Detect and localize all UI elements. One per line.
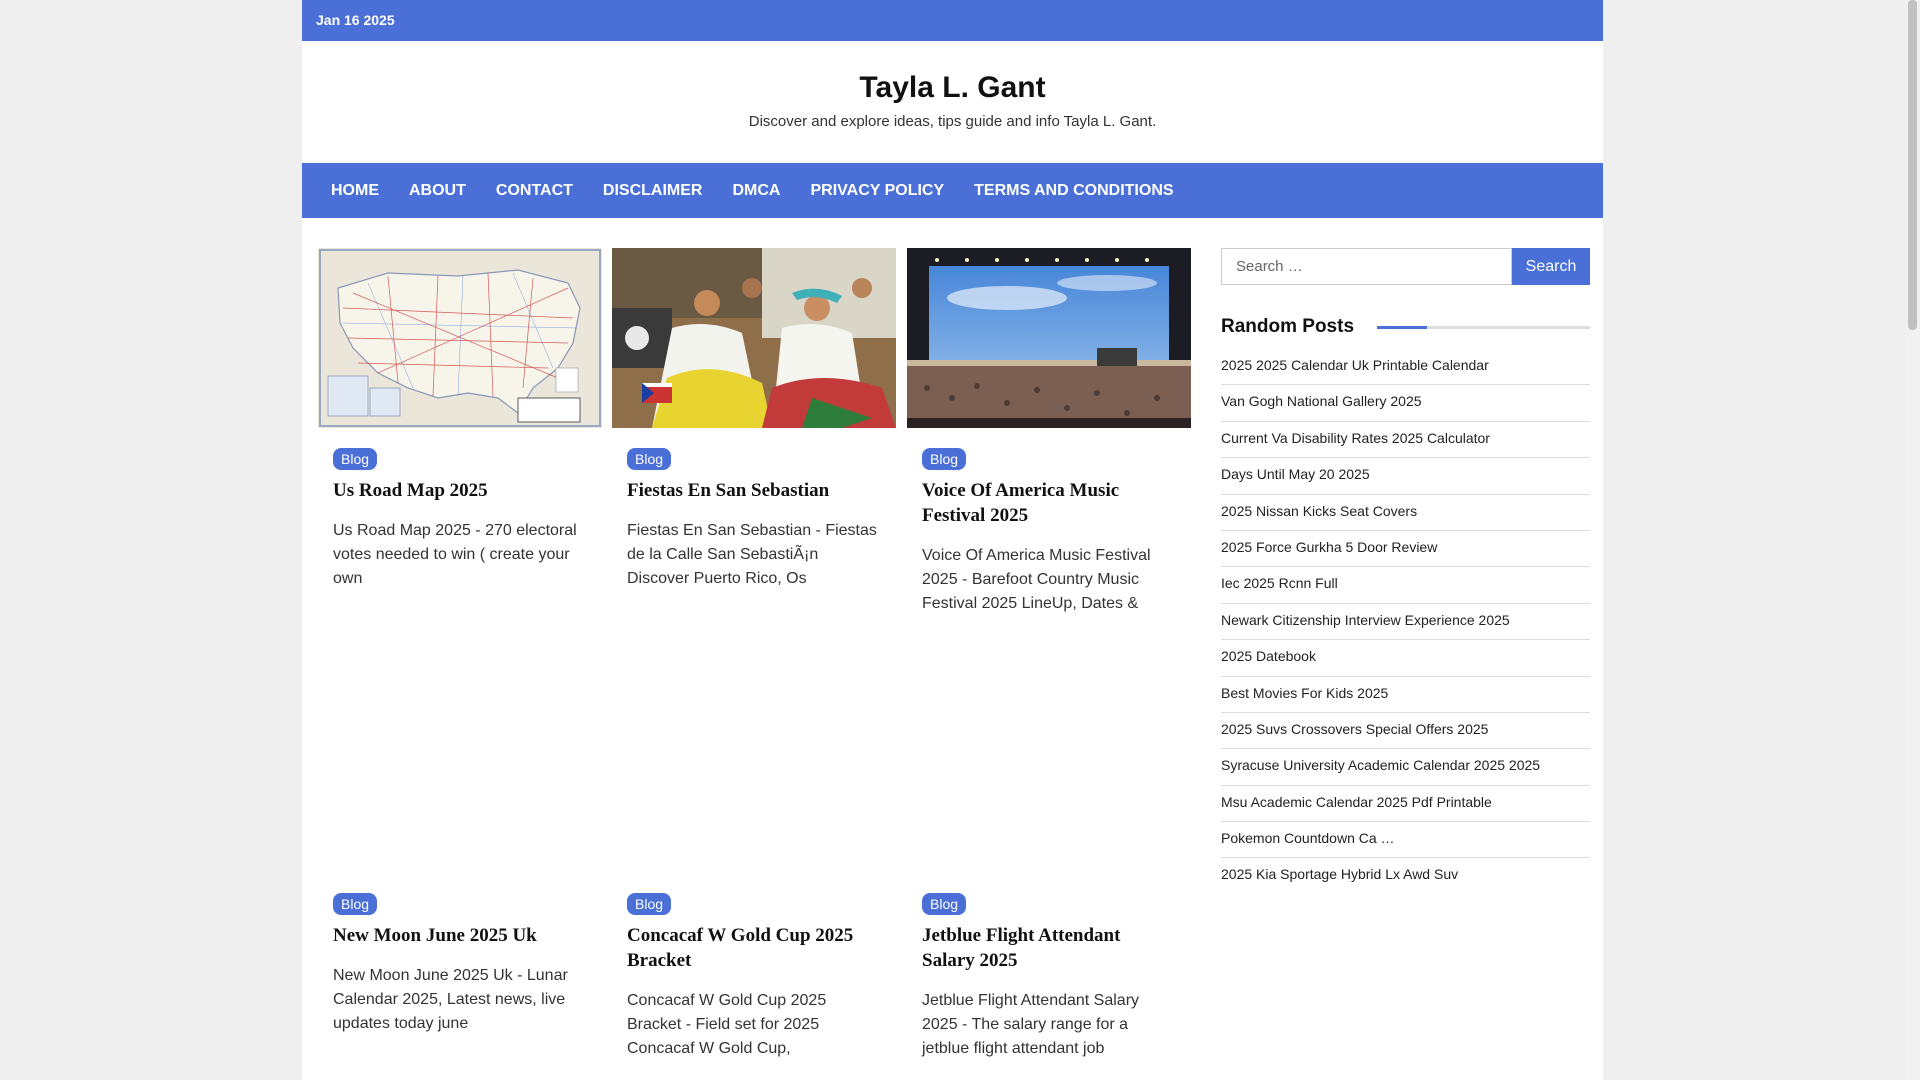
post-card: Blog Us Road Map 2025 Us Road Map 2025 -… — [318, 248, 602, 591]
site-tagline: Discover and explore ideas, tips guide a… — [748, 113, 1157, 130]
random-post-link[interactable]: Iec 2025 Rcnn Full — [1221, 567, 1590, 604]
current-date: Jan 16 2025 — [316, 12, 395, 28]
random-post-link[interactable]: Msu Academic Calendar 2025 Pdf Printable — [1221, 786, 1590, 823]
site-header: Tayla L. Gant Discover and explore ideas… — [302, 41, 1603, 163]
nav-terms[interactable]: TERMS AND CONDITIONS — [974, 182, 1173, 200]
site-title[interactable]: Tayla L. Gant — [302, 71, 1603, 105]
post-card: Blog Voice Of America Music Festival 202… — [907, 248, 1191, 616]
random-post-link[interactable]: 2025 Suvs Crossovers Special Offers 2025 — [1221, 713, 1590, 750]
post-excerpt: Fiestas En San Sebastian - Fiestas de la… — [627, 522, 877, 587]
post-category-badge[interactable]: Blog — [922, 893, 967, 915]
nav-disclaimer[interactable]: DISCLAIMER — [603, 182, 703, 200]
sidebar: Search Random Posts 2025 2025 Calendar U… — [1221, 248, 1590, 895]
random-post-link[interactable]: 2025 Force Gurkha 5 Door Review — [1221, 531, 1590, 568]
random-posts-title: Random Posts — [1221, 316, 1355, 337]
nav-home[interactable]: HOME — [331, 182, 379, 200]
random-post-link[interactable]: Syracuse University Academic Calendar 20… — [1221, 749, 1590, 786]
page-scrollbar[interactable] — [1905, 0, 1920, 1080]
random-posts-list: 2025 2025 Calendar Uk Printable Calendar… — [1221, 349, 1590, 895]
post-title[interactable]: Voice Of America Music Festival 2025 — [922, 478, 1176, 528]
random-post-link[interactable]: Best Movies For Kids 2025 — [1221, 677, 1590, 713]
page-container: Jan 16 2025 Tayla L. Gant Discover and e… — [302, 0, 1603, 1080]
nav-about[interactable]: ABOUT — [409, 182, 466, 200]
search-button[interactable]: Search — [1512, 248, 1590, 285]
random-posts-header: Random Posts — [1221, 315, 1590, 339]
random-post-link[interactable]: Current Va Disability Rates 2025 Calcula… — [1221, 422, 1590, 459]
usa-road-map-image-svg — [318, 248, 602, 428]
post-category-badge[interactable]: Blog — [333, 448, 378, 470]
post-category-badge[interactable]: Blog — [627, 448, 672, 470]
search-form: Search — [1221, 248, 1590, 285]
post-title[interactable]: Us Road Map 2025 — [333, 478, 587, 503]
post-title[interactable]: Jetblue Flight Attendant Salary 2025 — [922, 923, 1176, 973]
search-input[interactable] — [1221, 248, 1512, 285]
nav-dmca[interactable]: DMCA — [732, 182, 780, 200]
random-post-link[interactable]: 2025 Kia Sportage Hybrid Lx Awd Suv — [1221, 858, 1590, 894]
usa-road-map-image[interactable] — [318, 248, 602, 428]
random-post-link[interactable]: Newark Citizenship Interview Experience … — [1221, 604, 1590, 641]
top-bar: Jan 16 2025 — [302, 0, 1603, 41]
random-post-link[interactable]: 2025 Datebook — [1221, 640, 1590, 677]
post-category-badge[interactable]: Blog — [333, 893, 378, 915]
festival-dancers-image-svg — [612, 248, 896, 428]
random-post-link[interactable]: Van Gogh National Gallery 2025 — [1221, 385, 1590, 422]
random-post-link[interactable]: Days Until May 20 2025 — [1221, 458, 1590, 495]
post-excerpt: Voice Of America Music Festival 2025 - B… — [922, 547, 1151, 612]
widget-title-underline — [1377, 325, 1590, 329]
main-nav: HOME ABOUT CONTACT DISCLAIMER DMCA PRIVA… — [302, 163, 1603, 218]
concert-crowd-image[interactable] — [907, 248, 1191, 428]
post-category-badge[interactable]: Blog — [922, 448, 967, 470]
post-card: Blog New Moon June 2025 Uk New Moon June… — [318, 893, 602, 1036]
nav-privacy-policy[interactable]: PRIVACY POLICY — [810, 182, 944, 200]
post-title[interactable]: New Moon June 2025 Uk — [333, 923, 587, 948]
post-excerpt: Jetblue Flight Attendant Salary 2025 - T… — [922, 992, 1140, 1057]
random-post-link[interactable]: 2025 2025 Calendar Uk Printable Calendar — [1221, 349, 1590, 386]
random-post-link[interactable]: 2025 Nissan Kicks Seat Covers — [1221, 495, 1590, 531]
post-card: Blog Concacaf W Gold Cup 2025 Bracket Co… — [612, 893, 896, 1061]
post-excerpt: New Moon June 2025 Uk - Lunar Calendar 2… — [333, 967, 568, 1032]
post-excerpt: Concacaf W Gold Cup 2025 Bracket - Field… — [627, 992, 827, 1057]
post-card: Blog Jetblue Flight Attendant Salary 202… — [907, 893, 1191, 1061]
post-excerpt: Us Road Map 2025 - 270 electoral votes n… — [333, 522, 577, 587]
concert-crowd-image-svg — [907, 248, 1191, 428]
post-category-badge[interactable]: Blog — [627, 893, 672, 915]
scrollbar-thumb[interactable] — [1908, 0, 1917, 330]
random-post-link[interactable]: Pokemon Countdown Ca … — [1221, 822, 1590, 859]
post-card: Blog Fiestas En San Sebastian Fiestas En… — [612, 248, 896, 591]
post-title[interactable]: Concacaf W Gold Cup 2025 Bracket — [627, 923, 881, 973]
nav-contact[interactable]: CONTACT — [496, 182, 573, 200]
festival-dancers-image[interactable] — [612, 248, 896, 428]
post-title[interactable]: Fiestas En San Sebastian — [627, 478, 881, 503]
